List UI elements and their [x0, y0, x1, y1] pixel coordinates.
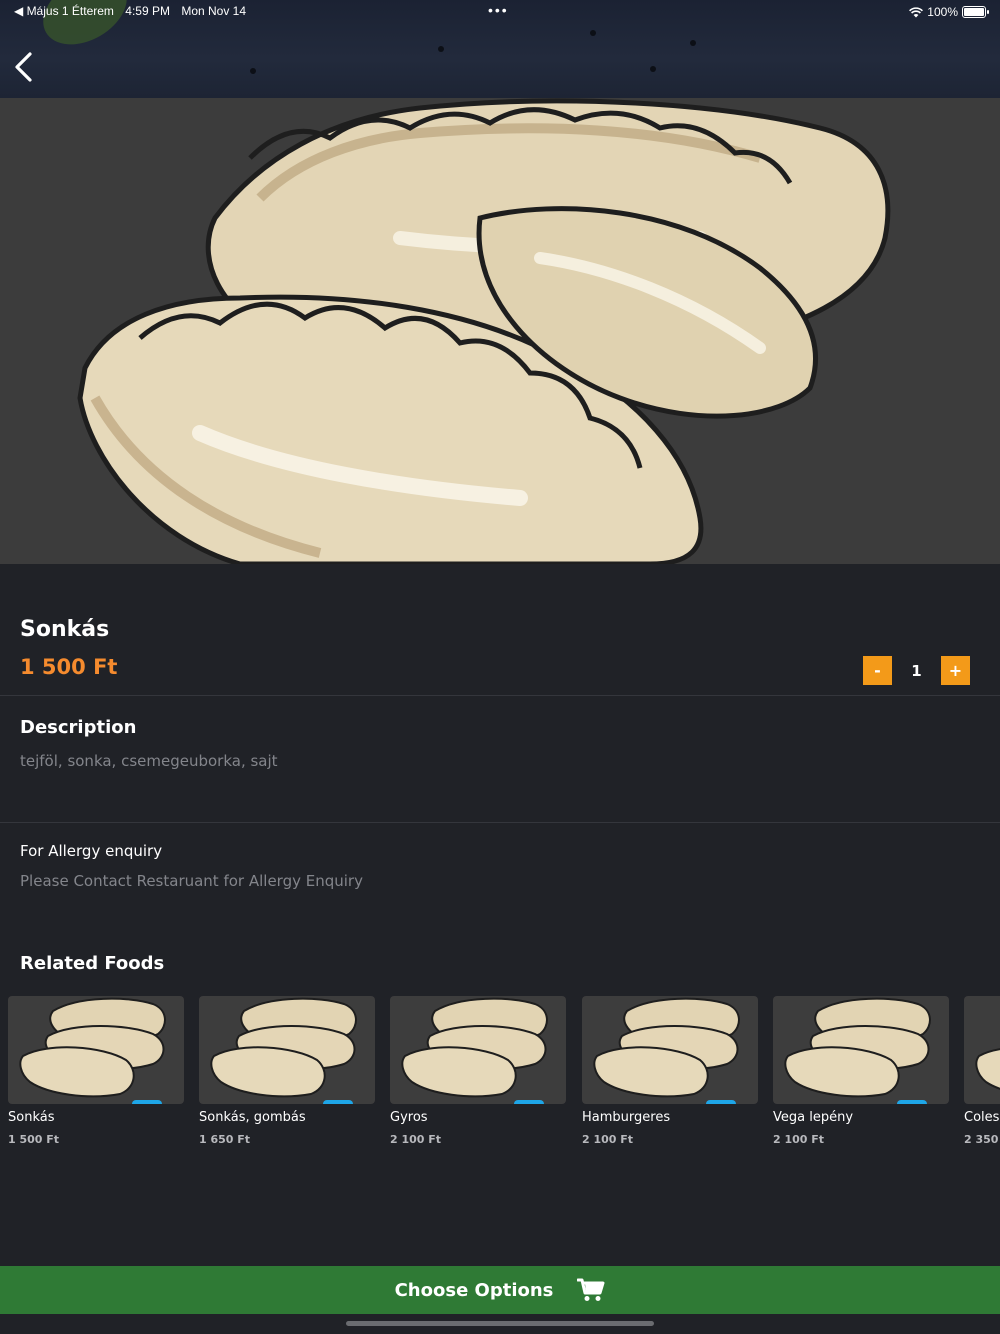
brand-logo [514, 1100, 544, 1104]
related-food-name: Sonkás [8, 1110, 55, 1125]
cart-icon [577, 1278, 605, 1301]
related-food-price: 2 100 Ft [773, 1133, 825, 1146]
related-food-name: Coles [964, 1110, 1000, 1125]
related-food-card[interactable]: Coles 2 350 [964, 996, 1000, 1146]
related-food-price: 1 650 Ft [199, 1133, 251, 1146]
related-food-card[interactable]: Sonkás, gombás 1 650 Ft [199, 996, 375, 1146]
related-food-card[interactable]: Gyros 2 100 Ft [390, 996, 566, 1146]
battery-icon [962, 6, 989, 18]
quantity-stepper: - 1 + [863, 656, 970, 685]
related-food-name: Vega lepény [773, 1110, 854, 1125]
related-food-name: Gyros [390, 1110, 428, 1125]
related-food-price: 2 100 Ft [390, 1133, 442, 1146]
status-time: 4:59 PM [125, 4, 170, 18]
home-indicator[interactable] [346, 1321, 654, 1326]
allergy-text: Please Contact Restaruant for Allergy En… [20, 872, 363, 890]
brand-logo [706, 1100, 736, 1104]
brand-logo [323, 1100, 353, 1104]
quantity-value: 1 [911, 661, 922, 680]
related-food-card[interactable]: Vega lepény 2 100 Ft [773, 996, 949, 1146]
decor-speck [250, 68, 256, 74]
battery-percent: 100% [927, 5, 958, 19]
related-food-image [964, 996, 1000, 1104]
related-foods-heading: Related Foods [20, 953, 165, 974]
related-food-image [390, 996, 566, 1104]
allergy-heading: For Allergy enquiry [20, 842, 163, 860]
increase-quantity-button[interactable]: + [941, 656, 970, 685]
related-food-name: Hamburgeres [582, 1110, 671, 1125]
related-food-image [582, 996, 758, 1104]
multitask-dots[interactable]: ••• [488, 2, 509, 18]
related-food-image [8, 996, 184, 1104]
description-text: tejföl, sonka, csemegeuborka, sajt [20, 752, 278, 770]
related-food-card[interactable]: Sonkás 1 500 Ft [8, 996, 184, 1146]
product-price: 1 500 Ft [20, 655, 118, 679]
product-image [0, 98, 1000, 564]
related-foods-carousel[interactable]: Sonkás 1 500 Ft Sonkás, gombás 1 650 Ft … [8, 996, 1000, 1156]
status-right: 100% [909, 4, 989, 20]
status-back-app[interactable]: ◀ Május 1 Étterem [14, 4, 114, 18]
related-food-image [199, 996, 375, 1104]
related-food-price: 1 500 Ft [8, 1133, 60, 1146]
decor-speck [438, 46, 444, 52]
status-date: Mon Nov 14 [181, 4, 247, 18]
related-food-image [773, 996, 949, 1104]
divider [0, 695, 1000, 696]
decor-speck [590, 30, 596, 36]
decrease-quantity-button[interactable]: - [863, 656, 892, 685]
back-button[interactable] [10, 50, 40, 84]
related-food-name: Sonkás, gombás [199, 1110, 306, 1125]
decor-speck [650, 66, 656, 72]
wifi-icon [909, 6, 924, 17]
choose-options-button[interactable]: Choose Options [0, 1266, 1000, 1314]
related-food-card[interactable]: Hamburgeres 2 100 Ft [582, 996, 758, 1146]
brand-logo [132, 1100, 162, 1104]
divider [0, 822, 1000, 823]
product-title: Sonkás [20, 617, 110, 642]
choose-options-label: Choose Options [394, 1279, 554, 1301]
related-food-price: 2 350 [964, 1133, 999, 1146]
decor-speck [690, 40, 696, 46]
description-heading: Description [20, 717, 137, 738]
status-left: ◀ Május 1 Étterem 4:59 PM Mon Nov 14 [14, 4, 254, 20]
brand-logo [897, 1100, 927, 1104]
related-food-price: 2 100 Ft [582, 1133, 634, 1146]
chevron-left-icon [15, 52, 32, 82]
